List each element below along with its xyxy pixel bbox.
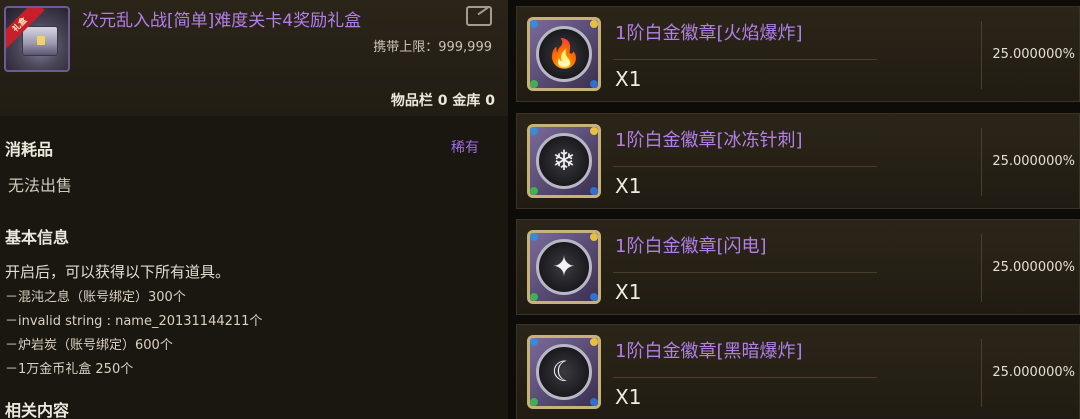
content-item: －炉岩炭（账号绑定）600个: [5, 338, 173, 353]
reward-quantity: X1: [615, 67, 642, 91]
divider: [613, 272, 877, 273]
content-item: －1万金币礼盒 250个: [5, 362, 134, 377]
reward-row[interactable]: ☾ 1阶白金徽章[黑暗爆炸] X1 25.000000%: [516, 324, 1080, 419]
gem-icon: [530, 233, 538, 241]
reward-name: 1阶白金徽章[闪电]: [615, 236, 767, 257]
badge-frame: ☾: [527, 335, 601, 409]
reward-row[interactable]: 🔥 1阶白金徽章[火焰爆炸] X1 25.000000%: [516, 6, 1080, 102]
rarity-label: 稀有: [451, 140, 479, 156]
item-description: 开启后，可以获得以下所有道具。: [5, 263, 231, 281]
reward-quantity: X1: [615, 174, 642, 198]
gem-icon: [590, 20, 598, 28]
badge-frame: ❄: [527, 124, 601, 198]
related-content-title: 相关内容: [5, 401, 70, 419]
storage-count: 物品栏 0 金库 0: [390, 93, 495, 109]
sell-status: 无法出售: [8, 176, 73, 195]
badge-frame: 🔥: [527, 17, 601, 91]
reward-rate: 25.000000%: [992, 260, 1075, 275]
item-category: 消耗品: [5, 140, 54, 159]
badge-frame: ✦: [527, 230, 601, 304]
divider: [981, 128, 982, 196]
gem-icon: [530, 293, 538, 301]
reward-quantity: X1: [615, 385, 642, 409]
content-item: －invalid string : name_20131144211个: [5, 314, 263, 329]
reward-rate: 25.000000%: [992, 365, 1075, 380]
gem-icon: [530, 80, 538, 88]
gem-icon: [590, 233, 598, 241]
gift-box-icon: [22, 26, 58, 56]
divider: [613, 59, 877, 60]
gem-icon: [590, 80, 598, 88]
reward-quantity: X1: [615, 280, 642, 304]
reward-list: 🔥 1阶白金徽章[火焰爆炸] X1 25.000000% ❄ 1阶白金徽章[冰冻…: [508, 0, 1080, 419]
divider: [613, 166, 877, 167]
reward-rate: 25.000000%: [992, 154, 1075, 169]
basic-info-title: 基本信息: [5, 228, 70, 247]
gem-icon: [590, 398, 598, 406]
carry-limit: 携带上限：999,999: [373, 40, 492, 55]
share-icon[interactable]: [466, 6, 492, 26]
star-burst-icon: ✦: [536, 239, 592, 295]
divider: [981, 339, 982, 407]
gem-icon: [590, 187, 598, 195]
reward-name: 1阶白金徽章[黑暗爆炸]: [615, 341, 803, 362]
divider: [981, 234, 982, 302]
snowflake-icon: ❄: [536, 133, 592, 189]
gem-icon: [530, 398, 538, 406]
reward-rate: 25.000000%: [992, 47, 1075, 62]
reward-row[interactable]: ✦ 1阶白金徽章[闪电] X1 25.000000%: [516, 219, 1080, 315]
gem-icon: [530, 127, 538, 135]
divider: [613, 377, 877, 378]
item-detail-panel: 礼盒 次元乱入战[简单]难度关卡4奖励礼盒 携带上限：999,999 物品栏 0…: [0, 0, 508, 419]
crescent-moon-icon: ☾: [536, 344, 592, 400]
item-title: 次元乱入战[简单]难度关卡4奖励礼盒: [82, 11, 362, 31]
gem-icon: [590, 293, 598, 301]
content-item: －混沌之息（账号绑定）300个: [5, 290, 186, 305]
gem-icon: [530, 20, 538, 28]
gem-icon: [530, 338, 538, 346]
reward-name: 1阶白金徽章[冰冻针刺]: [615, 130, 803, 151]
item-thumbnail[interactable]: 礼盒: [4, 6, 70, 72]
reward-name: 1阶白金徽章[火焰爆炸]: [615, 23, 803, 44]
gem-icon: [590, 127, 598, 135]
reward-row[interactable]: ❄ 1阶白金徽章[冰冻针刺] X1 25.000000%: [516, 113, 1080, 209]
gem-icon: [590, 338, 598, 346]
fire-icon: 🔥: [536, 26, 592, 82]
gem-icon: [530, 187, 538, 195]
divider: [981, 21, 982, 89]
item-header: 礼盒 次元乱入战[简单]难度关卡4奖励礼盒 携带上限：999,999 物品栏 0…: [0, 0, 508, 116]
